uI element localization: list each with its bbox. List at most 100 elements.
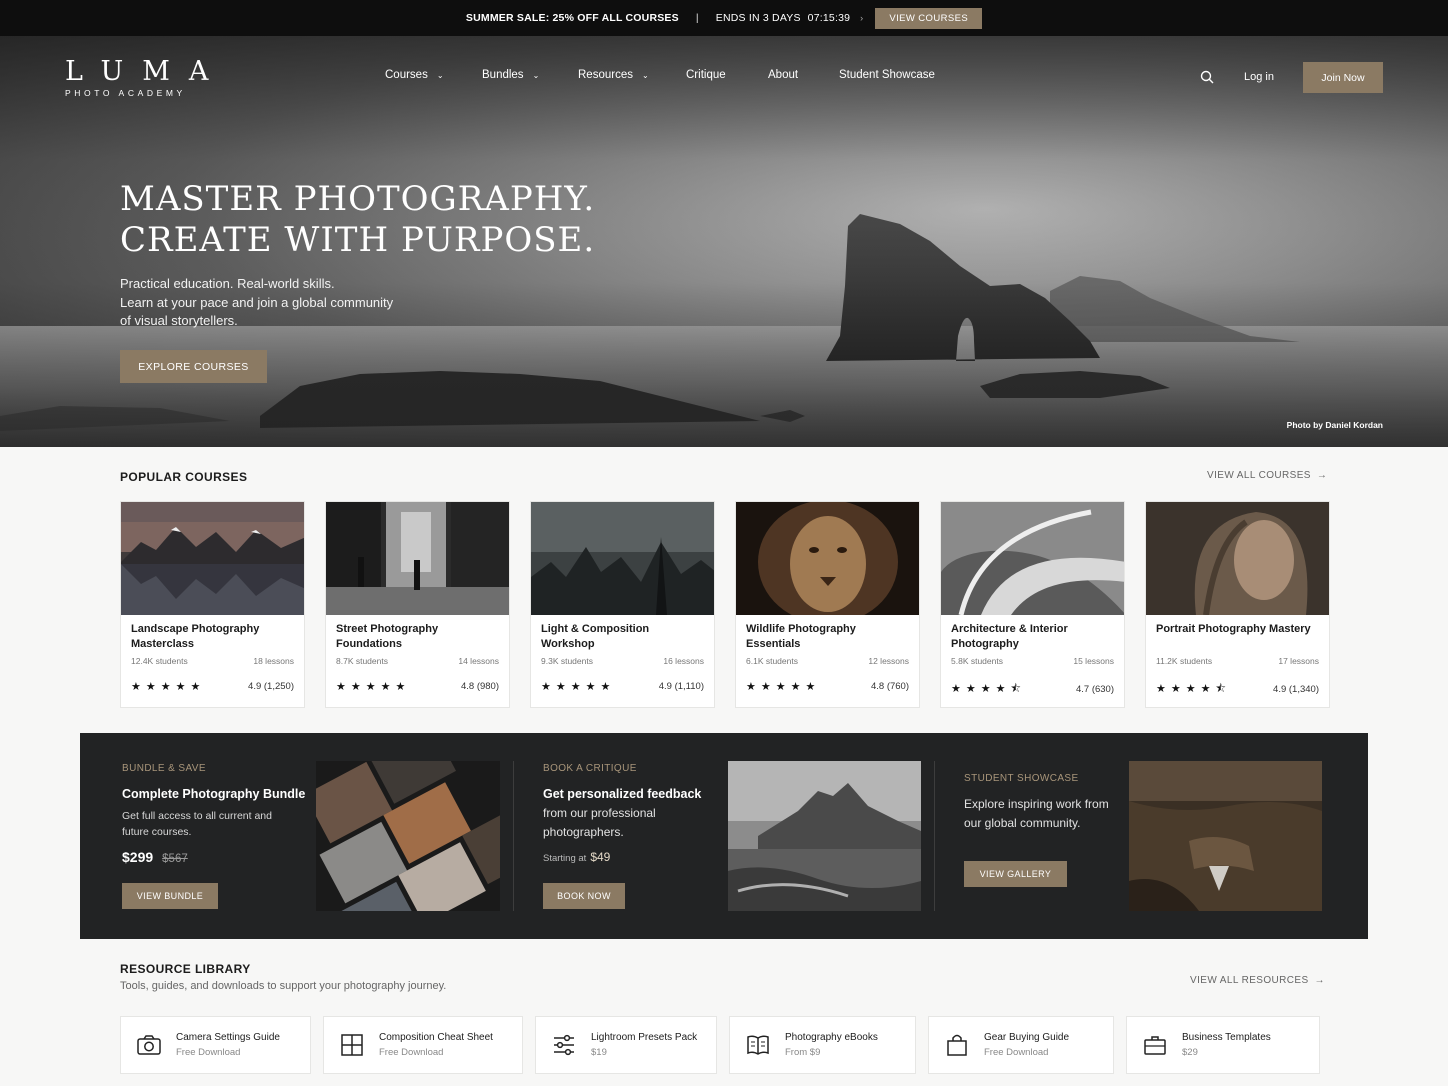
arrow-right-icon: → xyxy=(1314,975,1325,986)
view-bundle-button[interactable]: VIEW BUNDLE xyxy=(122,883,218,909)
bundle-image xyxy=(316,761,500,911)
nav-label: Student Showcase xyxy=(839,69,935,81)
resource-item[interactable]: Photography eBooks From $9 xyxy=(729,1016,916,1074)
course-rating-value: 4.8 (980) xyxy=(460,681,499,692)
course-card[interactable]: Light & Composition Workshop 9.3K studen… xyxy=(530,501,715,708)
course-meta: 5.8K students 15 lessons xyxy=(951,656,1114,666)
resource-item[interactable]: Camera Settings Guide Free Download xyxy=(120,1016,311,1074)
bundle-description-line: future courses. xyxy=(122,826,192,838)
critique-image xyxy=(728,761,921,911)
course-rating-value: 4.8 (760) xyxy=(870,681,909,692)
brand-logo[interactable]: LUMA PHOTO ACADEMY xyxy=(65,56,228,99)
course-thumbnail-portrait xyxy=(1146,502,1329,615)
login-link[interactable]: Log in xyxy=(1244,71,1274,83)
course-title: Wildlife Photography Essentials xyxy=(746,623,856,650)
resource-library-subtitle: Tools, guides, and downloads to support … xyxy=(120,980,447,992)
course-meta: 9.3K students 16 lessons xyxy=(541,656,704,666)
bundle-price: $299 $567 xyxy=(122,849,188,865)
view-courses-button[interactable]: VIEW COURSES xyxy=(875,7,983,29)
course-card-body: Landscape Photography Masterclass 12.4K … xyxy=(121,615,304,693)
critique-price-value: $49 xyxy=(590,850,611,864)
announcement-bar: SUMMER SALE: 25% OFF ALL COURSES | ENDS … xyxy=(0,0,1448,36)
course-students: 9.3K students xyxy=(541,656,593,666)
search-icon[interactable] xyxy=(1200,70,1214,84)
view-all-courses-link[interactable]: VIEW ALL COURSES → xyxy=(1207,470,1327,481)
bundle-title: Complete Photography Bundle xyxy=(122,787,306,801)
sliders-icon xyxy=(554,1034,574,1056)
nav-item-about[interactable]: About xyxy=(768,69,839,81)
course-card[interactable]: Portrait Photography Mastery 11.2K stude… xyxy=(1145,501,1330,708)
brand-wordmark: LUMA xyxy=(65,56,228,87)
resource-subtitle: Free Download xyxy=(984,1047,1049,1058)
nav-item-resources[interactable]: Resources ⌄ xyxy=(578,69,686,81)
course-students: 5.8K students xyxy=(951,656,1003,666)
course-thumbnail-forest xyxy=(531,502,714,615)
course-card-body: Architecture & Interior Photography 5.8K… xyxy=(941,615,1124,699)
critique-description: from our professional photographers. xyxy=(543,804,656,841)
promo-band: BUNDLE & SAVE Complete Photography Bundl… xyxy=(80,733,1368,939)
hero-subtitle-line: Learn at your pace and join a global com… xyxy=(120,294,394,310)
course-card-body: Wildlife Photography Essentials 6.1K stu… xyxy=(736,615,919,693)
nav-item-student-showcase[interactable]: Student Showcase xyxy=(839,69,935,81)
briefcase-icon xyxy=(1144,1036,1166,1055)
explore-courses-button[interactable]: EXPLORE COURSES xyxy=(120,350,267,383)
view-all-resources-link[interactable]: VIEW ALL RESOURCES → xyxy=(1190,975,1325,986)
hero-subtitle: Practical education. Real-world skills. … xyxy=(120,275,393,331)
nav-label: About xyxy=(768,69,799,81)
course-lessons: 18 lessons xyxy=(253,656,294,666)
camera-icon xyxy=(137,1035,161,1055)
sale-ends-text: ENDS IN 3 DAYS xyxy=(715,12,801,24)
nav-label: Bundles xyxy=(482,69,524,81)
critique-starting-label: Starting at xyxy=(543,853,587,864)
course-thumbnail-landscape xyxy=(121,502,304,615)
critique-price: Starting at $49 xyxy=(543,850,610,864)
resource-item[interactable]: Gear Buying Guide Free Download xyxy=(928,1016,1114,1074)
course-rating: ★★★★★ 4.9 (1,110) xyxy=(541,680,704,693)
course-lessons: 12 lessons xyxy=(868,656,909,666)
resource-subtitle: From $9 xyxy=(785,1047,821,1058)
resource-item[interactable]: Business Templates $29 xyxy=(1126,1016,1320,1074)
sale-text: SUMMER SALE: 25% OFF ALL COURSES xyxy=(465,12,679,24)
star-rating-icon: ★★★★★ xyxy=(336,681,411,693)
course-card-body: Portrait Photography Mastery 11.2K stude… xyxy=(1146,615,1329,699)
resource-item[interactable]: Lightroom Presets Pack $19 xyxy=(535,1016,717,1074)
announcement-separator: | xyxy=(695,12,699,24)
course-cards: Landscape Photography Masterclass 12.4K … xyxy=(120,501,1330,708)
book-icon xyxy=(747,1035,769,1055)
course-card[interactable]: Wildlife Photography Essentials 6.1K stu… xyxy=(735,501,920,708)
bundle-label: BUNDLE & SAVE xyxy=(122,763,206,774)
course-title: Architecture & Interior Photography xyxy=(951,623,1068,650)
nav-item-bundles[interactable]: Bundles ⌄ xyxy=(482,69,578,81)
bundle-description-line: Get full access to all current and xyxy=(122,810,272,822)
chevron-right-icon: › xyxy=(860,13,864,23)
resource-title: Gear Buying Guide xyxy=(984,1032,1070,1043)
showcase-description: Explore inspiring work from our global c… xyxy=(964,795,1109,832)
nav-item-courses[interactable]: Courses ⌄ xyxy=(385,69,482,81)
course-rating: ★★★★★ 4.9 (1,250) xyxy=(131,680,294,693)
course-card[interactable]: Street Photography Foundations 8.7K stud… xyxy=(325,501,510,708)
resource-title: Photography eBooks xyxy=(785,1032,878,1043)
nav-item-critique[interactable]: Critique xyxy=(686,69,768,81)
resource-text: Lightroom Presets Pack $19 xyxy=(591,1032,697,1058)
course-rating-value: 4.7 (630) xyxy=(1075,684,1114,695)
resource-title: Business Templates xyxy=(1182,1032,1271,1043)
view-gallery-button[interactable]: VIEW GALLERY xyxy=(964,861,1067,887)
course-card[interactable]: Landscape Photography Masterclass 12.4K … xyxy=(120,501,305,708)
popular-courses-title: POPULAR COURSES xyxy=(120,470,248,484)
course-card[interactable]: Architecture & Interior Photography 5.8K… xyxy=(940,501,1125,708)
resource-title: Camera Settings Guide xyxy=(176,1032,280,1043)
join-now-button[interactable]: Join Now xyxy=(1303,62,1383,93)
hero-title-line: MASTER PHOTOGRAPHY. xyxy=(120,179,596,219)
promo-divider xyxy=(934,761,935,911)
resource-item[interactable]: Composition Cheat Sheet Free Download xyxy=(323,1016,523,1074)
resource-subtitle: $29 xyxy=(1182,1047,1198,1058)
course-meta: 11.2K students 17 lessons xyxy=(1156,656,1319,666)
view-all-resources-label: VIEW ALL RESOURCES xyxy=(1190,975,1309,986)
book-now-button[interactable]: BOOK NOW xyxy=(543,883,625,909)
hero-section: LUMA PHOTO ACADEMY Courses ⌄ Bundles ⌄ Res… xyxy=(0,36,1448,447)
nav-label: Courses xyxy=(385,69,428,81)
course-students: 11.2K students xyxy=(1156,656,1213,666)
view-all-courses-label: VIEW ALL COURSES xyxy=(1207,470,1311,481)
resource-subtitle: Free Download xyxy=(176,1047,241,1058)
course-rating-value: 4.9 (1,340) xyxy=(1273,684,1319,695)
